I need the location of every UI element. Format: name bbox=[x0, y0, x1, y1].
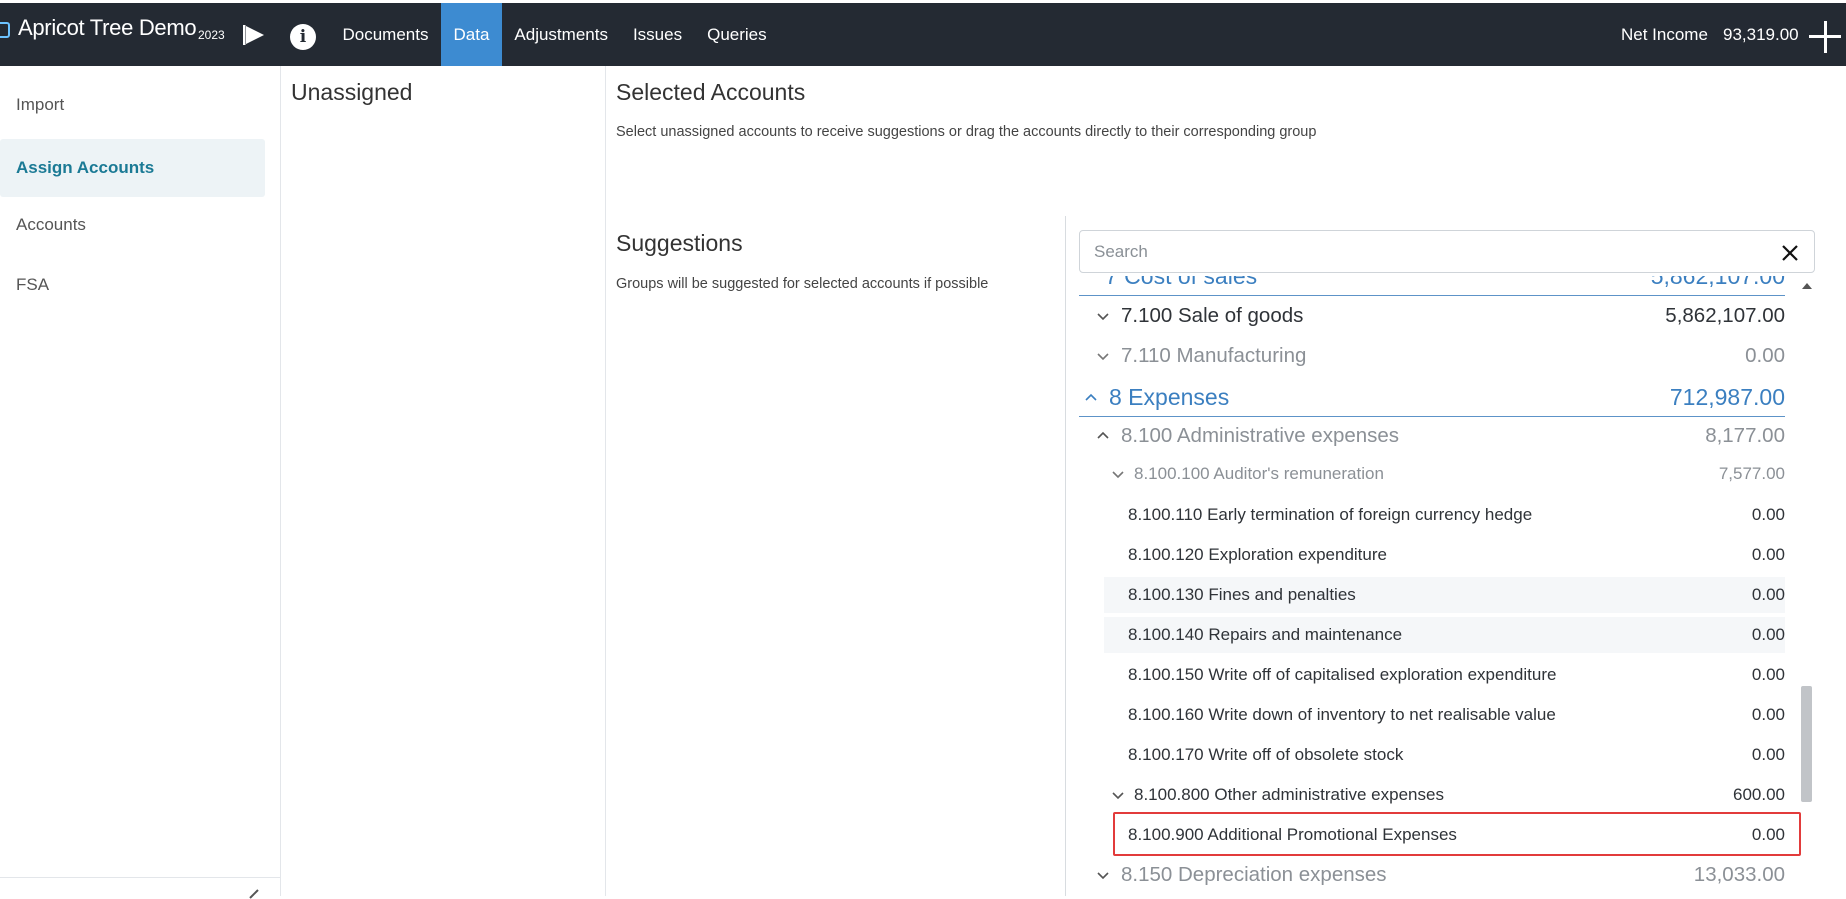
tree-row[interactable]: 8.100.800 Other administrative expenses … bbox=[1079, 777, 1785, 813]
tree-leaf-row[interactable]: 8.100.150 Write off of capitalised explo… bbox=[1079, 657, 1785, 693]
column-divider bbox=[1065, 216, 1066, 896]
search-box bbox=[1079, 230, 1815, 273]
chevron-down-icon[interactable] bbox=[1097, 350, 1109, 362]
collapse-sidebar-icon[interactable] bbox=[248, 889, 260, 899]
unassigned-title: Unassigned bbox=[291, 79, 413, 105]
tree-leaf-row[interactable]: 8.100.160 Write down of inventory to net… bbox=[1079, 697, 1785, 733]
unassigned-panel[interactable]: Unassigned bbox=[281, 66, 606, 896]
tree-row[interactable]: 8.100 Administrative expenses 8,177.00 bbox=[1079, 419, 1785, 453]
search-input[interactable] bbox=[1094, 241, 1754, 263]
net-income-label: Net Income bbox=[1621, 25, 1708, 44]
tree-leaf-row[interactable]: 8.100.170 Write off of obsolete stock 0.… bbox=[1079, 737, 1785, 773]
tab-adjustments[interactable]: Adjustments bbox=[502, 3, 621, 66]
tree-row[interactable]: 8.100.100 Auditor's remuneration 7,577.0… bbox=[1079, 457, 1785, 491]
account-tree: 7 Cost of sales 5,862,107.00 7.100 Sale … bbox=[1079, 276, 1819, 896]
tree-group-cost-of-sales[interactable]: 7 Cost of sales 5,862,107.00 bbox=[1079, 276, 1785, 296]
tab-data[interactable]: Data bbox=[440, 3, 502, 66]
app-year: 2023 bbox=[198, 28, 225, 42]
selected-accounts-title: Selected Accounts bbox=[616, 79, 806, 105]
main-panel: Selected Accounts Select unassigned acco… bbox=[606, 66, 1846, 896]
tree-leaf-row[interactable]: 8.100.110 Early termination of foreign c… bbox=[1079, 497, 1785, 533]
scroll-up-arrow-icon[interactable] bbox=[1802, 283, 1812, 289]
tree-leaf-row-selected[interactable]: 8.100.900 Additional Promotional Expense… bbox=[1079, 817, 1785, 853]
tab-issues[interactable]: Issues bbox=[620, 3, 694, 66]
app-logo-icon bbox=[0, 22, 10, 38]
info-icon[interactable]: i bbox=[290, 24, 316, 50]
tab-queries[interactable]: Queries bbox=[695, 3, 780, 66]
sidebar-item-assign-accounts[interactable]: Assign Accounts bbox=[0, 139, 265, 197]
sidebar-divider bbox=[0, 877, 281, 878]
flag-icon[interactable] bbox=[242, 24, 266, 46]
sidebar-item-fsa[interactable]: FSA bbox=[0, 256, 265, 314]
tree-leaf-row[interactable]: 8.100.140 Repairs and maintenance 0.00 bbox=[1104, 617, 1785, 653]
suggestions-description: Groups will be suggested for selected ac… bbox=[616, 276, 989, 292]
chevron-down-icon[interactable] bbox=[1097, 310, 1109, 322]
top-bar: Apricot Tree Demo 2023 i Documents Data … bbox=[0, 3, 1846, 66]
tree-leaf-row[interactable]: 8.100.120 Exploration expenditure 0.00 bbox=[1079, 537, 1785, 573]
chevron-down-icon[interactable] bbox=[1112, 468, 1124, 480]
selected-accounts-description: Select unassigned accounts to receive su… bbox=[616, 124, 1317, 140]
tree-row[interactable]: 7.110 Manufacturing 0.00 bbox=[1079, 339, 1785, 373]
tree-leaf-row[interactable]: 8.100.130 Fines and penalties 0.00 bbox=[1104, 577, 1785, 613]
sidebar-item-import[interactable]: Import bbox=[0, 76, 265, 134]
add-icon[interactable] bbox=[1809, 21, 1841, 53]
tree-row[interactable]: 8.150 Depreciation expenses 13,033.00 bbox=[1079, 857, 1785, 893]
tree-row[interactable]: 7.100 Sale of goods 5,862,107.00 bbox=[1079, 299, 1785, 333]
tab-documents[interactable]: Documents bbox=[330, 3, 441, 66]
suggestions-title: Suggestions bbox=[616, 230, 743, 256]
chevron-up-icon[interactable] bbox=[1085, 392, 1097, 404]
app-title[interactable]: Apricot Tree Demo bbox=[18, 15, 197, 41]
scrollbar-thumb[interactable] bbox=[1801, 686, 1812, 802]
main-nav: Documents Data Adjustments Issues Querie… bbox=[330, 3, 779, 66]
sidebar-item-accounts[interactable]: Accounts bbox=[0, 196, 265, 254]
close-icon[interactable] bbox=[1780, 243, 1800, 263]
net-income-value: 93,319.00 bbox=[1723, 25, 1799, 44]
chevron-down-icon[interactable] bbox=[1112, 789, 1124, 801]
sidebar: Import Assign Accounts Accounts FSA bbox=[0, 66, 281, 899]
tree-scrollbar[interactable] bbox=[1800, 276, 1814, 896]
chevron-up-icon[interactable] bbox=[1097, 430, 1109, 442]
tree-group-expenses[interactable]: 8 Expenses 712,987.00 bbox=[1079, 379, 1785, 417]
chevron-down-icon[interactable] bbox=[1097, 869, 1109, 881]
